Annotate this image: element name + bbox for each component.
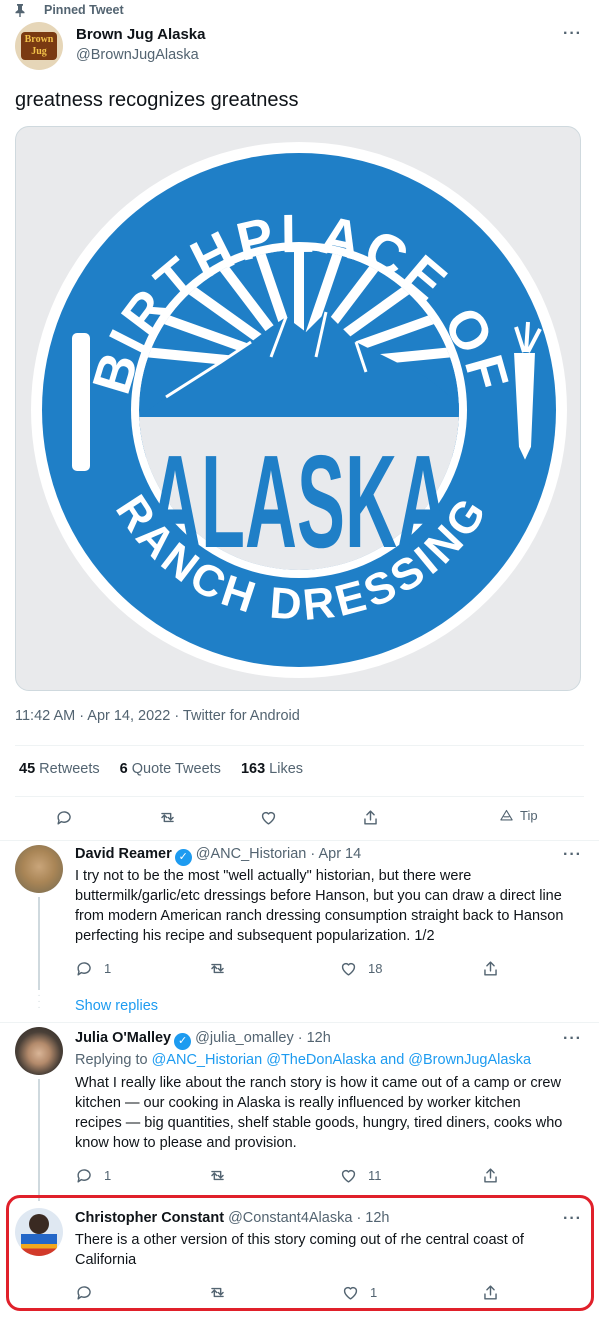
- share-button[interactable]: [361, 808, 380, 827]
- quote-tweets-stat[interactable]: 6 Quote Tweets: [120, 761, 221, 777]
- pinned-tweet-label: Pinned Tweet: [44, 3, 124, 17]
- tweet-image[interactable]: ALASKA BIRTHPLACE OF RANCH DRESSING: [15, 126, 581, 691]
- avatar[interactable]: [15, 1208, 63, 1256]
- tweet-time[interactable]: · Apr 14: [310, 846, 361, 862]
- reply-count: 1: [104, 961, 112, 976]
- author-name[interactable]: Brown Jug Alaska: [76, 26, 205, 43]
- reply-icon: [77, 962, 91, 976]
- more-options-icon[interactable]: ···: [563, 1210, 582, 1228]
- avatar[interactable]: Brown Jug: [15, 22, 63, 70]
- replying-to-prefix: Replying to: [75, 1052, 148, 1068]
- retweet-button[interactable]: [208, 1283, 227, 1302]
- reply-button[interactable]: 1: [75, 1166, 111, 1185]
- thread-dots: · · ·: [37, 990, 41, 1013]
- retweet-icon: [211, 1287, 224, 1298]
- reply-action-bar: 1 18: [0, 959, 599, 981]
- heart-icon: [343, 1286, 358, 1300]
- tip-label: Tip: [520, 808, 538, 823]
- main-action-bar: Tip: [0, 808, 599, 834]
- like-count: 11: [368, 1168, 382, 1183]
- divider: [0, 840, 599, 841]
- show-replies-link[interactable]: Show replies: [75, 998, 158, 1014]
- like-button[interactable]: 11: [339, 1166, 382, 1185]
- likes-stat[interactable]: 163 Likes: [241, 761, 303, 777]
- tweet-time[interactable]: · 12h: [298, 1030, 331, 1046]
- tweet-timestamp[interactable]: 11:42 AM · Apr 14, 2022 · Twitter for An…: [15, 708, 300, 724]
- share-button[interactable]: [481, 1166, 500, 1185]
- tip-icon: [500, 809, 513, 821]
- avatar-figure: [29, 1214, 49, 1234]
- divider: [15, 796, 584, 797]
- share-icon: [364, 810, 377, 825]
- reply-icon: [77, 1286, 91, 1300]
- tweet-stats: 45 Retweets 6 Quote Tweets 163 Likes: [19, 761, 303, 777]
- more-options-icon[interactable]: ···: [563, 846, 582, 864]
- reply-action-bar: 1 11: [0, 1166, 599, 1188]
- author-handle[interactable]: @BrownJugAlaska: [76, 47, 199, 63]
- like-count: 18: [368, 961, 383, 976]
- verified-badge-icon: ✓: [174, 849, 192, 866]
- avatar[interactable]: [15, 1027, 63, 1075]
- reply-button[interactable]: [55, 808, 74, 827]
- reply-icon: [77, 1169, 91, 1183]
- retweet-button[interactable]: [158, 808, 177, 827]
- share-icon: [484, 1168, 497, 1183]
- avatar-shirt: [21, 1234, 57, 1256]
- reply-header: David Reamer ✓ @ANC_Historian · Apr 14: [75, 846, 361, 866]
- like-count: 1: [370, 1285, 378, 1300]
- replying-to-handles[interactable]: @ANC_Historian @TheDonAlaska and @BrownJ…: [152, 1052, 531, 1068]
- author-name[interactable]: David Reamer: [75, 846, 172, 862]
- reply-text: I try not to be the most "well actually"…: [75, 868, 564, 944]
- brand-logo: Brown Jug: [21, 32, 57, 60]
- like-button[interactable]: 18: [339, 959, 382, 978]
- heart-icon: [261, 811, 276, 825]
- author-name[interactable]: Julia O'Malley: [75, 1030, 171, 1046]
- retweets-stat[interactable]: 45 Retweets: [19, 761, 100, 777]
- retweet-icon: [211, 1170, 224, 1181]
- avatar[interactable]: [15, 845, 63, 893]
- author-handle[interactable]: @ANC_Historian: [196, 846, 307, 862]
- share-button[interactable]: [481, 1283, 500, 1302]
- reply-text: What I really like about the ranch story…: [75, 1075, 563, 1151]
- heart-icon: [341, 1169, 356, 1183]
- like-button[interactable]: 1: [341, 1283, 377, 1302]
- reply-icon: [57, 811, 71, 825]
- verified-badge-icon: ✓: [174, 1033, 192, 1050]
- divider: [0, 1022, 599, 1023]
- tweet-time[interactable]: · 12h: [356, 1210, 389, 1226]
- ranch-sticker-graphic: ALASKA BIRTHPLACE OF RANCH DRESSING: [31, 142, 567, 678]
- heart-icon: [341, 962, 356, 976]
- pin-icon: [15, 4, 25, 17]
- reply-action-bar: 1: [0, 1283, 599, 1305]
- pinned-label-row: Pinned Tweet: [14, 2, 124, 18]
- retweet-icon: [211, 963, 224, 974]
- more-options-icon[interactable]: ···: [563, 1030, 582, 1048]
- reply-text: There is a other version of this story c…: [75, 1232, 524, 1268]
- divider: [15, 745, 584, 746]
- author-name[interactable]: Christopher Constant: [75, 1210, 224, 1226]
- reply-count: 1: [104, 1168, 112, 1183]
- share-icon: [484, 961, 497, 976]
- author-handle[interactable]: @julia_omalley: [195, 1030, 294, 1046]
- tweet-text: greatness recognizes greatness: [15, 89, 299, 111]
- reply-header: Julia O'Malley ✓ @julia_omalley · 12h: [75, 1030, 331, 1050]
- like-button[interactable]: [259, 808, 278, 827]
- tip-button[interactable]: Tip: [499, 808, 538, 823]
- replying-to-line: Replying to @ANC_Historian @TheDonAlaska…: [75, 1052, 531, 1068]
- reply-header: Christopher Constant @Constant4Alaska · …: [75, 1210, 390, 1226]
- reply-button[interactable]: 1: [75, 959, 111, 978]
- author-handle[interactable]: @Constant4Alaska: [228, 1210, 352, 1226]
- more-options-icon[interactable]: ···: [563, 25, 582, 43]
- retweet-button[interactable]: [208, 1166, 227, 1185]
- share-icon: [484, 1285, 497, 1300]
- retweet-button[interactable]: [208, 959, 227, 978]
- reply-button[interactable]: [75, 1283, 104, 1302]
- retweet-icon: [161, 812, 174, 823]
- share-button[interactable]: [481, 959, 500, 978]
